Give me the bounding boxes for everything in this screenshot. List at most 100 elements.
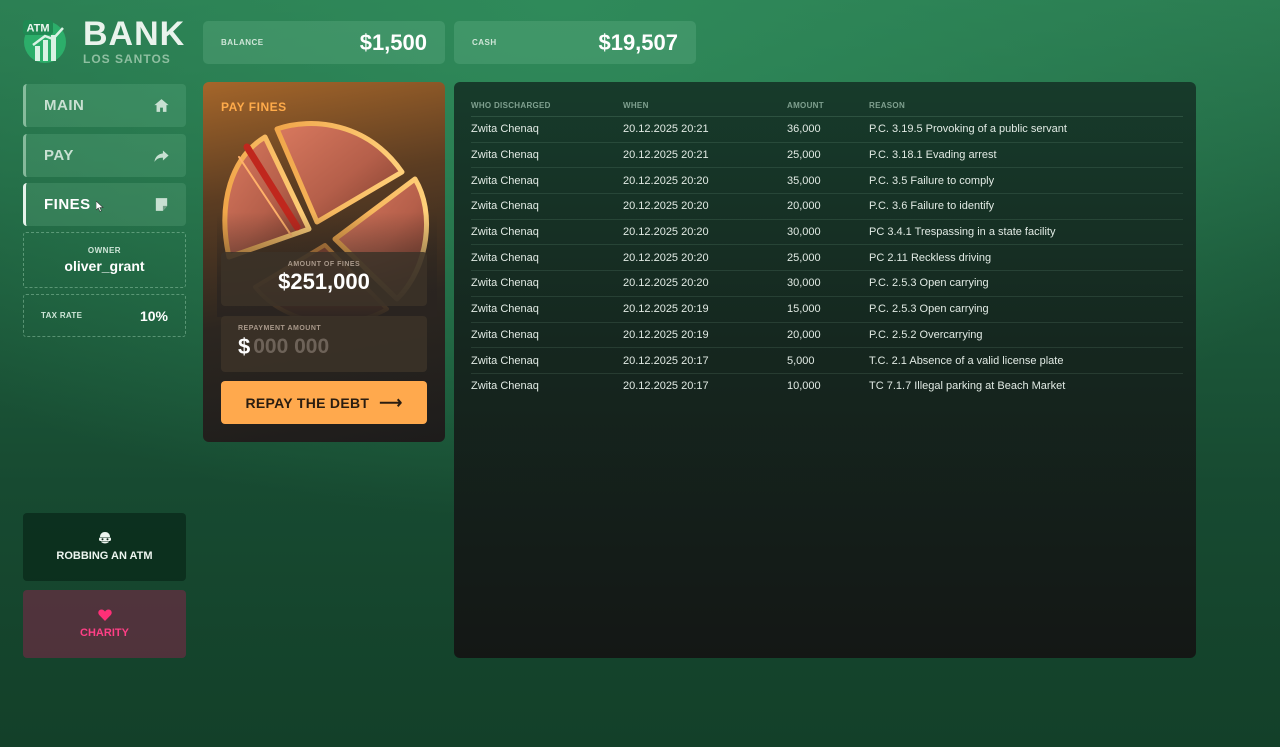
header-amount: AMOUNT [787,96,869,117]
robbing-atm-button[interactable]: ROBBING AN ATM [23,513,186,581]
nav-item-label: PAY [44,147,74,164]
cell-who: Zwita Chenaq [471,167,623,195]
cell-who: Zwita Chenaq [471,142,623,169]
heart-icon [97,609,112,621]
cell-reason: P.C. 2.5.2 Overcarrying [869,322,1183,349]
table-header-row: WHO DISCHARGED WHEN AMOUNT REASON [471,96,1183,117]
nav-item-main[interactable]: MAIN [23,84,186,127]
cell-when: 20.12.2025 20:20 [623,167,787,195]
cell-reason: P.C. 2.5.3 Open carrying [869,270,1183,297]
cash-stat: CASH $19,507 [454,21,696,64]
mouse-cursor-icon [96,201,104,212]
arrow-right-icon: ⟶ [379,394,403,412]
repayment-amount-input[interactable] [253,335,414,359]
cell-who: Zwita Chenaq [471,116,623,143]
cell-amount: 10,000 [787,380,821,393]
cell-amount: 35,000 [787,167,869,195]
table-row: Zwita Chenaq 20.12.2025 20:19 20,000 P.C… [471,322,1183,349]
cell-when: 20.12.2025 20:20 [623,193,787,220]
charity-label: CHARITY [80,627,129,639]
nav-item-label: FINES [44,196,91,213]
cell-reason: P.C. 2.5.3 Open carrying [869,296,1183,323]
cell-when: 20.12.2025 20:21 [623,142,787,169]
fines-table-card: WHO DISCHARGED WHEN AMOUNT REASON Zwita … [454,82,1196,658]
nav-item-label: MAIN [44,97,85,114]
cell-when: 20.12.2025 20:21 [623,116,787,143]
bank-logo: ATM BANK LOS SANTOS [23,15,193,66]
cash-label: CASH [472,38,497,47]
robbing-atm-label: ROBBING AN ATM [56,550,153,562]
cell-when: 20.12.2025 20:20 [623,219,787,246]
cell-who: Zwita Chenaq [471,380,539,393]
tax-rate-info: TAX RATE 10% [23,294,186,337]
table-row: Zwita Chenaq 20.12.2025 20:19 15,000 P.C… [471,296,1183,323]
table-row: Zwita Chenaq 20.12.2025 20:20 30,000 P.C… [471,270,1183,297]
cell-who: Zwita Chenaq [471,347,623,374]
fines-amount-box: AMOUNT OF FINES $251,000 [221,252,427,306]
balance-label: BALANCE [221,38,264,47]
owner-value: oliver_grant [64,258,145,274]
note-icon [155,198,168,211]
share-arrow-icon [154,150,169,162]
pay-fines-card: PAY FINES AMOUNT OF FINES $251,000 REPAY… [203,82,445,442]
cell-amount: 5,000 [787,347,869,374]
header-when: WHEN [623,96,787,117]
cell-when: 20.12.2025 20:17 [623,380,709,393]
cell-amount: 25,000 [787,142,869,169]
tax-rate-label: TAX RATE [41,311,83,320]
table-row: Zwita Chenaq 20.12.2025 20:20 30,000 PC … [471,219,1183,246]
cell-when: 20.12.2025 20:19 [623,322,787,349]
cell-amount: 30,000 [787,219,869,246]
cell-who: Zwita Chenaq [471,270,623,297]
cell-reason: PC 2.11 Reckless driving [869,244,1183,272]
cell-who: Zwita Chenaq [471,322,623,349]
cell-amount: 20,000 [787,322,869,349]
repay-debt-button[interactable]: REPAY THE DEBT ⟶ [221,381,427,424]
cell-amount: 30,000 [787,270,869,297]
table-row: Zwita Chenaq 20.12.2025 20:17 5,000 T.C.… [471,347,1183,374]
cell-amount: 25,000 [787,244,869,272]
svg-text:ATM: ATM [26,23,49,35]
nav-item-pay[interactable]: PAY [23,134,186,177]
cell-amount: 20,000 [787,193,869,220]
table-row: Zwita Chenaq 20.12.2025 20:21 25,000 P.C… [471,142,1183,169]
header-who-discharged: WHO DISCHARGED [471,96,623,117]
tax-rate-value: 10% [139,307,168,324]
balance-stat: BALANCE $1,500 [203,21,445,64]
repay-debt-label: REPAY THE DEBT [245,394,370,411]
cell-amount: 15,000 [787,296,869,323]
cell-when: 20.12.2025 20:19 [623,296,787,323]
cell-reason: P.C. 3.6 Failure to identify [869,193,1183,220]
table-row: Zwita Chenaq 20.12.2025 20:20 35,000 P.C… [471,167,1183,195]
nav-item-fines[interactable]: FINES [23,183,186,226]
logo-subtitle: LOS SANTOS [83,52,171,66]
charity-button[interactable]: CHARITY [23,590,186,658]
cell-who: Zwita Chenaq [471,193,623,220]
cell-reason: PC 3.4.1 Trespassing in a state facility [869,219,1183,246]
fines-amount-value: $251,000 [278,269,370,294]
home-icon [154,99,169,112]
header-reason: REASON [869,96,1183,117]
pay-fines-title: PAY FINES [221,100,287,114]
owner-label: OWNER [87,246,122,255]
cell-reason: P.C. 3.5 Failure to comply [869,167,1183,195]
owner-info: OWNER oliver_grant [23,232,186,288]
balance-value: $1,500 [359,29,427,55]
table-row: Zwita Chenaq 20.12.2025 20:20 25,000 PC … [471,244,1183,272]
cell-reason: T.C. 2.1 Absence of a valid license plat… [869,347,1183,374]
atm-chart-logo-icon: ATM [23,20,66,63]
cell-who: Zwita Chenaq [471,296,623,323]
table-row: Zwita Chenaq 20.12.2025 20:21 36,000 P.C… [471,116,1183,143]
logo-title: BANK [83,15,186,53]
cash-value: $19,507 [598,29,678,55]
cell-reason: P.C. 3.18.1 Evading arrest [869,142,1183,169]
table-row: Zwita Chenaq 20.12.2025 20:17 10,000 TC … [471,373,1183,399]
robber-mask-icon [98,532,111,544]
currency-symbol: $ [238,334,251,359]
fines-amount-label: AMOUNT OF FINES [287,261,361,268]
cell-amount: 36,000 [787,116,869,143]
repayment-amount-box: REPAYMENT AMOUNT $ [221,316,427,372]
cell-who: Zwita Chenaq [471,244,623,272]
cell-reason: P.C. 3.19.5 Provoking of a public servan… [869,116,1183,143]
cell-when: 20.12.2025 20:17 [623,347,787,374]
